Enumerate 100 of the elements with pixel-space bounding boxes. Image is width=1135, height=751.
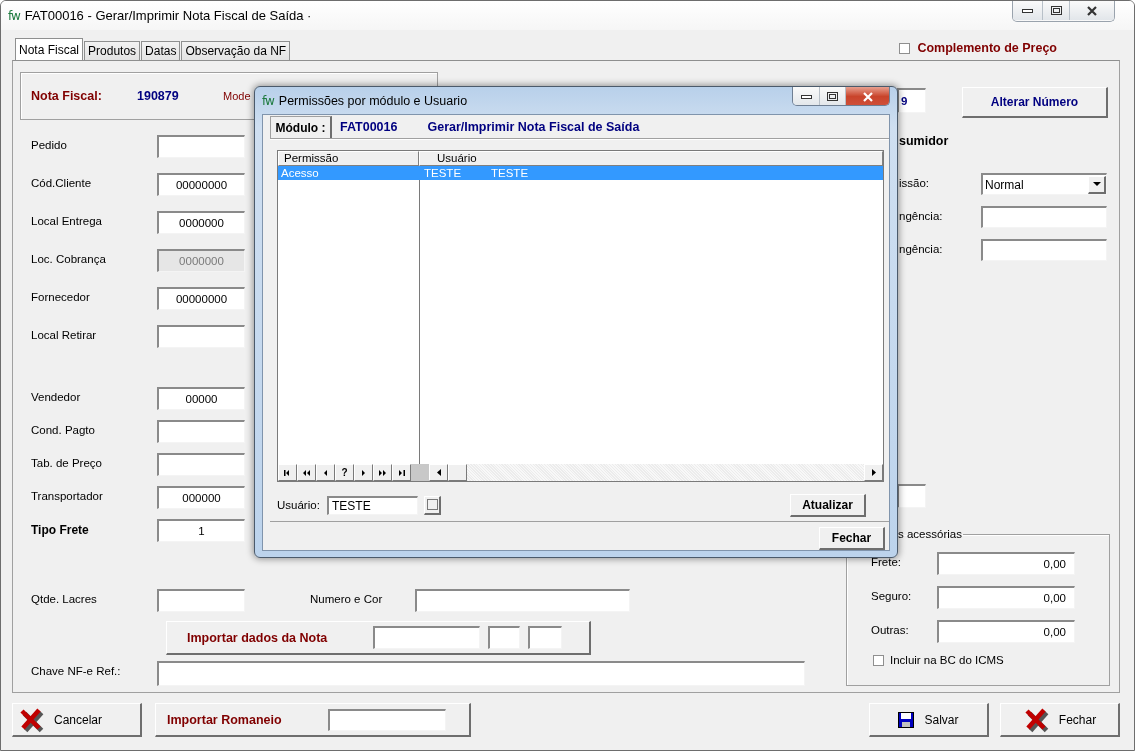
- table-cell-text: Acesso: [280, 166, 320, 180]
- window-title: FAT00016 - Gerar/Imprimir Nota Fiscal de Saída ·: [24, 8, 312, 23]
- field-label: Loc. Cobrança: [31, 252, 107, 265]
- input-field[interactable]: 0,00: [937, 620, 1075, 643]
- select-field[interactable]: Normal: [981, 173, 1107, 195]
- field-label: Tipo Frete: [31, 522, 90, 537]
- input-field[interactable]: 00000: [157, 387, 245, 410]
- field-label: Usuário:: [277, 499, 321, 511]
- dropdown-button[interactable]: [1088, 175, 1106, 194]
- close-button[interactable]: Fechar: [1000, 703, 1120, 737]
- input-field[interactable]: 00000000: [157, 173, 245, 196]
- app-logo: fw: [262, 93, 274, 108]
- input-field[interactable]: 1: [157, 519, 245, 542]
- cancel-button[interactable]: Cancelar: [12, 703, 142, 737]
- navigator-button[interactable]: ?: [335, 464, 354, 481]
- close-button[interactable]: [845, 87, 889, 105]
- module-code: FAT00016: [340, 120, 398, 136]
- minimize-button[interactable]: [1013, 1, 1042, 20]
- minimize-icon: [1022, 8, 1033, 13]
- cross-icon: [1022, 706, 1049, 733]
- maximize-button[interactable]: [1042, 1, 1069, 20]
- input-field[interactable]: 0000000: [157, 211, 245, 234]
- spacer-block: [411, 464, 429, 481]
- input-field[interactable]: [897, 484, 926, 508]
- input-field[interactable]: 0,00: [937, 552, 1075, 575]
- input-field[interactable]: [328, 708, 446, 731]
- last-icon: [397, 467, 406, 478]
- field-label: Pedido: [31, 138, 68, 151]
- input-field[interactable]: [373, 626, 480, 649]
- tab[interactable]: Produtos: [84, 41, 141, 60]
- cross-icon: [18, 706, 44, 733]
- field-label: Cód.Cliente: [31, 176, 93, 189]
- field-label: Numero e Cor: [310, 592, 384, 605]
- maximize-button[interactable]: [819, 87, 845, 105]
- input-field[interactable]: [488, 626, 520, 649]
- input-field[interactable]: [157, 325, 245, 348]
- checkbox-label: Complemento de Preço: [917, 41, 1057, 55]
- input-field[interactable]: [981, 206, 1107, 228]
- field-label: Chave NF-e Ref.:: [31, 664, 122, 677]
- caret-icon: [1092, 182, 1101, 186]
- lookup-button[interactable]: [424, 495, 441, 515]
- tab[interactable]: Datas: [141, 41, 181, 60]
- input-field[interactable]: [157, 661, 805, 686]
- column-header[interactable]: Permissão: [278, 151, 419, 166]
- group-title: s acessórias: [897, 528, 963, 540]
- table-cell-text: TESTE: [423, 166, 463, 180]
- field-label: Local Entrega: [31, 214, 103, 227]
- close-icon: [861, 91, 874, 102]
- navigator-button[interactable]: [278, 464, 297, 481]
- invoice-number: 190879: [137, 89, 180, 103]
- field-label: Fornecedor: [31, 290, 91, 303]
- field-label: Outras:: [871, 623, 910, 636]
- field-label: Local Retirar: [31, 328, 98, 341]
- input-field[interactable]: [157, 420, 245, 443]
- input-field[interactable]: [157, 135, 245, 158]
- field-label: issão:: [899, 176, 931, 189]
- next-icon: [359, 467, 368, 478]
- input-field[interactable]: 00000000: [157, 287, 245, 310]
- minimize-icon: [800, 94, 812, 99]
- scroll-right-button[interactable]: [864, 464, 883, 481]
- tab[interactable]: Nota Fiscal: [15, 38, 84, 60]
- tab[interactable]: Módulo :: [270, 116, 332, 138]
- close-button[interactable]: [1069, 1, 1114, 20]
- input-field[interactable]: [981, 239, 1107, 261]
- navigator-button[interactable]: [392, 464, 411, 481]
- field-label: Qtde. Lacres: [31, 592, 98, 605]
- module-name: Gerar/Imprimir Nota Fiscal de Saída: [427, 120, 640, 136]
- save-button[interactable]: Salvar: [869, 703, 989, 737]
- close-icon: [1086, 5, 1098, 16]
- section-label: sumidor: [898, 134, 950, 148]
- column-header[interactable]: Usuário: [419, 151, 883, 166]
- first-icon: [283, 467, 292, 478]
- field-label: Cond. Pagto: [31, 423, 96, 436]
- checkbox[interactable]: [899, 42, 911, 54]
- input-field[interactable]: 9: [897, 88, 926, 113]
- scroll-thumb[interactable]: [448, 464, 467, 481]
- next-page-icon: [378, 467, 387, 478]
- input-field[interactable]: [157, 453, 245, 476]
- field-label: Mode: [223, 90, 251, 102]
- checkbox-label: Incluir na BC do ICMS: [890, 654, 1004, 666]
- scroll-left-button[interactable]: [429, 464, 448, 481]
- input-field[interactable]: TESTE: [327, 495, 418, 515]
- input-field[interactable]: [157, 589, 245, 612]
- input-field[interactable]: 000000: [157, 486, 245, 509]
- alter-number-button[interactable]: Alterar Número: [962, 87, 1108, 118]
- panel-label: Importar dados da Nota: [186, 630, 329, 645]
- update-button[interactable]: Atualizar: [790, 493, 866, 517]
- checkbox[interactable]: [873, 654, 884, 666]
- dialog-title: Permissões por módulo e Usuario: [278, 93, 468, 108]
- close-button[interactable]: Fechar: [819, 527, 885, 550]
- field-label: Tab. de Preço: [31, 456, 103, 469]
- navigator-button[interactable]: [373, 464, 392, 481]
- input-field[interactable]: 0,00: [937, 586, 1075, 609]
- input-field[interactable]: [415, 589, 630, 612]
- navigator-button[interactable]: [297, 464, 316, 481]
- input-field[interactable]: [528, 626, 562, 649]
- tab[interactable]: Observação da NF: [181, 41, 291, 60]
- minimize-button[interactable]: [793, 87, 819, 105]
- field-label: ngência:: [899, 242, 944, 255]
- field-label: Transportador: [31, 489, 104, 502]
